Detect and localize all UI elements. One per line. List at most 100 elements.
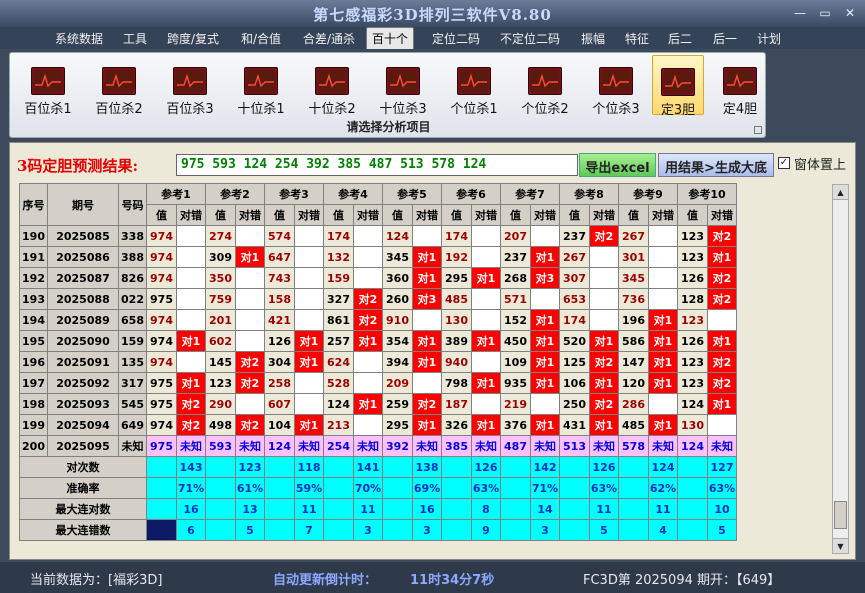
menu-item-12[interactable]: 后一	[713, 30, 737, 47]
ref-result-cell: 对1	[471, 372, 501, 394]
menu-item-4[interactable]: 和/合值	[241, 30, 281, 47]
table-row[interactable]: 193 2025088 022 975 759 158 327 对2 260 对3 485 571 65…	[19, 288, 737, 310]
table-row[interactable]: 199 2025094 649 974 对2 498 对2 104 对1 213 295 对1 326 对…	[19, 414, 737, 436]
ribbon-button-7[interactable]: 个位杀1	[441, 55, 507, 117]
stats-value-cell: 63%	[471, 477, 501, 499]
menu-item-11[interactable]: 后二	[668, 30, 692, 47]
stats-spacer-cell	[677, 477, 708, 499]
reference-group-header[interactable]: 参考5	[382, 183, 442, 205]
table-row[interactable]: 196 2025091 135 974 145 对2 304 对1 624 394 对1 940 109…	[19, 351, 737, 373]
table-row[interactable]: 200 2025095 未知 975 未知 593 未知 124 未知 254 未知 392 未知 385…	[19, 435, 737, 457]
stats-value-cell: 118	[294, 456, 324, 478]
ref-result-cell: 对1	[589, 372, 619, 394]
result-subheader: 对错	[235, 204, 265, 226]
ref-value-cell: 487	[500, 435, 531, 457]
export-excel-button[interactable]: 导出excel	[579, 153, 656, 177]
table-row[interactable]: 192 2025087 826 974 350 743 159 360 对1 295 对1 268 对3…	[19, 267, 737, 289]
scroll-up-icon[interactable]: ▲	[833, 185, 848, 200]
ref-value-cell: 520	[559, 330, 590, 352]
menu-item-2[interactable]: 工具	[123, 30, 147, 47]
menu-item-1[interactable]: 系统数据	[55, 30, 103, 47]
menu-item-3[interactable]: 跨度/复式	[167, 30, 219, 47]
reference-group-header[interactable]: 参考10	[677, 183, 737, 205]
menu-item-6[interactable]: 百十个	[366, 27, 415, 49]
ribbon-button-5[interactable]: 十位杀2	[299, 55, 365, 117]
ref-value-cell: 213	[323, 414, 354, 436]
ribbon-button-11[interactable]: 定4胆	[713, 55, 767, 117]
ref-result-cell: 对1	[412, 414, 442, 436]
reference-group-header[interactable]: 参考8	[559, 183, 619, 205]
ribbon-button-4[interactable]: 十位杀1	[228, 55, 294, 117]
scroll-down-icon[interactable]: ▼	[833, 538, 848, 553]
reference-group-header[interactable]: 参考7	[500, 183, 560, 205]
ribbon-button-2[interactable]: 百位杀2	[86, 55, 152, 117]
stats-spacer-cell	[500, 477, 531, 499]
menu-item-8[interactable]: 不定位二码	[500, 30, 560, 47]
ref-value-cell: 974	[146, 351, 177, 373]
ref-result-cell	[412, 372, 442, 394]
ribbon-dialog-launcher-icon[interactable]	[754, 126, 762, 134]
ref-value-cell: 123	[677, 225, 708, 247]
menu-item-13[interactable]: 计划	[757, 30, 781, 47]
stats-label: 准确率	[19, 477, 147, 499]
pin-window-checkbox[interactable]: ✓	[778, 157, 790, 169]
ref-result-cell	[176, 246, 206, 268]
reference-group-header[interactable]: 参考4	[323, 183, 383, 205]
reference-group-header[interactable]: 参考1	[146, 183, 206, 205]
ref-result-cell	[353, 267, 383, 289]
menu-item-9[interactable]: 振幅	[581, 30, 605, 47]
ref-result-cell	[294, 288, 324, 310]
ref-value-cell: 106	[559, 372, 590, 394]
ribbon-button-6[interactable]: 十位杀3	[370, 55, 436, 117]
reference-group-header[interactable]: 参考9	[618, 183, 678, 205]
generate-base-button[interactable]: 用结果>生成大底	[658, 153, 774, 177]
maximize-icon[interactable]: ▭	[815, 6, 835, 20]
minimize-icon[interactable]: —	[790, 6, 810, 20]
reference-group-header[interactable]: 参考6	[441, 183, 501, 205]
column-header[interactable]: 期号	[47, 183, 119, 226]
table-row[interactable]: 197 2025092 317 975 对1 123 对2 258 528 209 798 对1 935…	[19, 372, 737, 394]
stats-value-cell: 143	[176, 456, 206, 478]
stats-value-cell: 123	[235, 456, 265, 478]
ref-result-cell: 对2	[707, 351, 737, 373]
ribbon-button-label: 百位杀2	[95, 102, 143, 117]
stats-spacer-cell	[382, 519, 413, 541]
menu-item-10[interactable]: 特征	[625, 30, 649, 47]
ref-value-cell: 295	[441, 267, 472, 289]
reference-group-header[interactable]: 参考2	[205, 183, 265, 205]
reference-group-header[interactable]: 参考3	[264, 183, 324, 205]
ref-result-cell: 对2	[589, 225, 619, 247]
menu-item-7[interactable]: 定位二码	[432, 30, 480, 47]
ribbon-button-10[interactable]: 定3胆	[652, 55, 704, 118]
ref-result-cell	[471, 225, 501, 247]
table-row[interactable]: 195 2025090 159 974 对1 602 126 对1 257 对1 354 对1 389 对…	[19, 330, 737, 352]
ref-result-cell: 对2	[235, 414, 265, 436]
prediction-result-field[interactable]: 975 593 124 254 392 385 487 513 578 124	[176, 154, 578, 176]
table-row[interactable]: 191 2025086 388 974 309 对1 647 132 345 对1 192 237 对1…	[19, 246, 737, 268]
row-number: 826	[118, 267, 147, 289]
column-header[interactable]: 号码	[118, 183, 147, 226]
close-icon[interactable]: ✕	[840, 6, 860, 20]
ref-value-cell: 130	[677, 414, 708, 436]
scroll-thumb[interactable]	[834, 501, 847, 529]
ribbon-button-9[interactable]: 个位杀3	[583, 55, 649, 117]
menu-item-5[interactable]: 合差/通杀	[303, 30, 355, 47]
stats-spacer-cell	[677, 456, 708, 478]
ref-value-cell: 974	[146, 225, 177, 247]
ref-value-cell: 128	[677, 288, 708, 310]
column-header[interactable]: 序号	[19, 183, 48, 226]
table-row[interactable]: 198 2025093 545 975 对2 290 607 124 对1 259 对2 187 219…	[19, 393, 737, 415]
vertical-scrollbar[interactable]: ▲ ▼	[832, 184, 849, 554]
ribbon-button-3[interactable]: 百位杀3	[157, 55, 223, 117]
table-row[interactable]: 190 2025085 338 974 274 574 174 124 174 207 237 对2 2…	[19, 225, 737, 247]
ref-result-cell: 对2	[707, 267, 737, 289]
row-period: 2025085	[47, 225, 119, 247]
value-subheader: 值	[382, 204, 413, 226]
ribbon-button-1[interactable]: 百位杀1	[15, 55, 81, 117]
ref-value-cell: 327	[323, 288, 354, 310]
ref-value-cell: 350	[205, 267, 236, 289]
table-row[interactable]: 194 2025089 658 974 201 421 861 对2 910 130 152 对1 17…	[19, 309, 737, 331]
value-subheader: 值	[677, 204, 708, 226]
ref-result-cell	[471, 246, 501, 268]
ribbon-button-8[interactable]: 个位杀2	[512, 55, 578, 117]
